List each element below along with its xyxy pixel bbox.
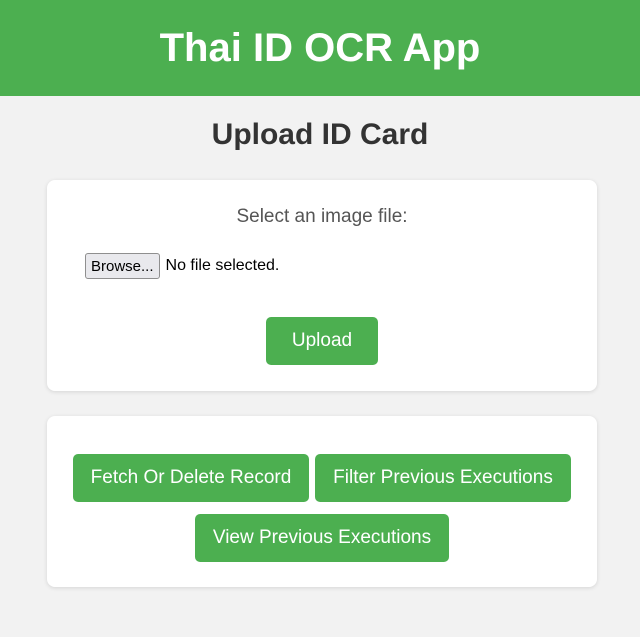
actions-card: Fetch Or Delete Record Filter Previous E… xyxy=(47,416,597,587)
app-header: Thai ID OCR App xyxy=(0,0,640,96)
file-status-text: No file selected. xyxy=(165,257,280,274)
filter-executions-button[interactable]: Filter Previous Executions xyxy=(315,454,571,502)
select-file-label: Select an image file: xyxy=(236,206,408,227)
upload-card: Select an image file: Browse... No file … xyxy=(47,180,597,391)
view-executions-button[interactable]: View Previous Executions xyxy=(195,514,449,562)
page-heading: Upload ID Card xyxy=(211,118,429,151)
upload-button[interactable]: Upload xyxy=(266,317,378,365)
fetch-or-delete-button[interactable]: Fetch Or Delete Record xyxy=(73,454,309,502)
browse-button[interactable]: Browse... xyxy=(85,253,160,279)
file-input[interactable]: Browse... No file selected. xyxy=(85,253,279,279)
app-title: Thai ID OCR App xyxy=(159,25,481,70)
